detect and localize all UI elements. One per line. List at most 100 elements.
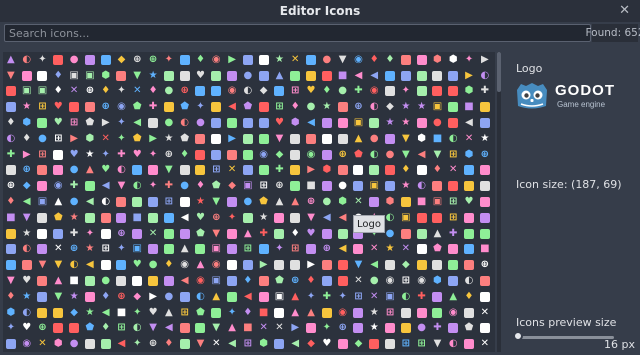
editor-icon[interactable]	[382, 131, 398, 147]
editor-icon[interactable]: ✦	[272, 242, 288, 258]
editor-icon[interactable]: ⊞	[177, 305, 193, 321]
editor-icon[interactable]: ⬢	[287, 115, 303, 131]
editor-icon[interactable]: ⬟	[177, 131, 193, 147]
editor-icon[interactable]	[145, 163, 161, 179]
editor-icon[interactable]	[114, 210, 130, 226]
editor-icon[interactable]: ✕	[287, 52, 303, 68]
editor-icon[interactable]: ✦	[161, 52, 177, 68]
editor-icon[interactable]: ◀	[114, 336, 130, 352]
editor-icon[interactable]	[224, 194, 240, 210]
editor-icon[interactable]: ✕	[477, 305, 493, 321]
editor-icon[interactable]: ◀	[414, 147, 430, 163]
editor-icon[interactable]: ■	[335, 68, 351, 84]
editor-icon[interactable]	[256, 115, 272, 131]
editor-icon[interactable]: ◐	[398, 289, 414, 305]
editor-icon[interactable]: ⊕	[335, 321, 351, 337]
editor-icon[interactable]: ★	[193, 194, 209, 210]
editor-icon[interactable]: ▼	[19, 210, 35, 226]
editor-icon[interactable]	[398, 68, 414, 84]
editor-icon[interactable]: ⬟	[82, 115, 98, 131]
editor-icon[interactable]: ♦	[430, 163, 446, 179]
editor-icon[interactable]: ♦	[461, 289, 477, 305]
slider-handle[interactable]	[513, 331, 523, 341]
editor-icon[interactable]: ▣	[398, 210, 414, 226]
editor-icon[interactable]: ◆	[224, 178, 240, 194]
editor-icon[interactable]: ▼	[35, 257, 51, 273]
editor-icon[interactable]	[430, 84, 446, 100]
editor-icon[interactable]: ▣	[208, 242, 224, 258]
editor-icon[interactable]: ⊞	[445, 210, 461, 226]
editor-icon[interactable]: ◀	[240, 289, 256, 305]
editor-icon[interactable]: ▲	[50, 273, 66, 289]
editor-icon[interactable]: ▣	[382, 289, 398, 305]
editor-icon[interactable]	[382, 257, 398, 273]
editor-icon[interactable]: ▶	[303, 163, 319, 179]
editor-icon[interactable]	[35, 242, 51, 258]
editor-icon[interactable]: ⬢	[445, 52, 461, 68]
editor-icon[interactable]: ♦	[98, 289, 114, 305]
editor-icon[interactable]: ✦	[335, 289, 351, 305]
editor-icon[interactable]: ▼	[303, 210, 319, 226]
editor-icon[interactable]	[287, 163, 303, 179]
editor-icon[interactable]: ●	[66, 336, 82, 352]
editor-icon[interactable]: ◉	[351, 52, 367, 68]
editor-icon[interactable]	[287, 147, 303, 163]
editor-icon[interactable]	[193, 84, 209, 100]
editor-icon[interactable]	[366, 194, 382, 210]
editor-icon[interactable]	[240, 115, 256, 131]
editor-icon[interactable]: ⊕	[66, 242, 82, 258]
editor-icon[interactable]: ✦	[129, 305, 145, 321]
editor-icon[interactable]	[161, 226, 177, 242]
editor-icon[interactable]	[414, 115, 430, 131]
editor-icon[interactable]	[303, 131, 319, 147]
editor-icon[interactable]	[461, 336, 477, 352]
editor-icon[interactable]	[303, 321, 319, 337]
editor-icon[interactable]: ✦	[114, 131, 130, 147]
editor-icon[interactable]: ●	[303, 99, 319, 115]
editor-icon[interactable]	[256, 131, 272, 147]
editor-icon[interactable]: ■	[129, 210, 145, 226]
editor-icon[interactable]: ⊕	[114, 226, 130, 242]
editor-icon[interactable]: ◉	[208, 52, 224, 68]
editor-icon[interactable]: ●	[161, 289, 177, 305]
editor-icon[interactable]: ✦	[193, 99, 209, 115]
editor-icon[interactable]	[50, 52, 66, 68]
editor-icon[interactable]	[3, 336, 19, 352]
editor-icon[interactable]: ⊕	[129, 52, 145, 68]
editor-icon[interactable]: ▲	[224, 321, 240, 337]
editor-icon[interactable]: ▶	[145, 289, 161, 305]
editor-icon[interactable]	[461, 257, 477, 273]
editor-icon[interactable]: ★	[398, 178, 414, 194]
editor-icon[interactable]: ◆	[19, 178, 35, 194]
editor-icon[interactable]: ★	[19, 99, 35, 115]
close-icon[interactable]: ✕	[619, 3, 630, 18]
editor-icon[interactable]: ▼	[430, 336, 446, 352]
editor-icon[interactable]: ■	[114, 305, 130, 321]
editor-icon[interactable]: ⬟	[240, 99, 256, 115]
editor-icon[interactable]	[461, 305, 477, 321]
editor-icon[interactable]	[256, 163, 272, 179]
editor-icon[interactable]	[414, 226, 430, 242]
editor-icon[interactable]: ◉	[177, 257, 193, 273]
editor-icon[interactable]: ♥	[50, 99, 66, 115]
editor-icon[interactable]: ♦	[98, 321, 114, 337]
editor-icon[interactable]: ◐	[240, 84, 256, 100]
editor-icon[interactable]: ▼	[114, 178, 130, 194]
editor-icon[interactable]: ★	[382, 115, 398, 131]
editor-icon[interactable]: ⊕	[161, 147, 177, 163]
editor-icon[interactable]	[145, 242, 161, 258]
editor-icon[interactable]	[3, 84, 19, 100]
editor-icon[interactable]: ◐	[19, 242, 35, 258]
editor-icon[interactable]: ▲	[193, 257, 209, 273]
editor-icon[interactable]: ◀	[319, 210, 335, 226]
editor-icon[interactable]: ◀	[366, 257, 382, 273]
editor-icon[interactable]: ▶	[19, 147, 35, 163]
editor-icon[interactable]: ♥	[98, 163, 114, 179]
editor-icon[interactable]: ♥	[19, 321, 35, 337]
editor-icon[interactable]	[224, 115, 240, 131]
editor-icon[interactable]: ✦	[224, 305, 240, 321]
editor-icon[interactable]: ▣	[430, 194, 446, 210]
editor-icon[interactable]: ★	[256, 210, 272, 226]
editor-icon[interactable]: ✕	[256, 321, 272, 337]
editor-icon[interactable]: ✕	[66, 84, 82, 100]
